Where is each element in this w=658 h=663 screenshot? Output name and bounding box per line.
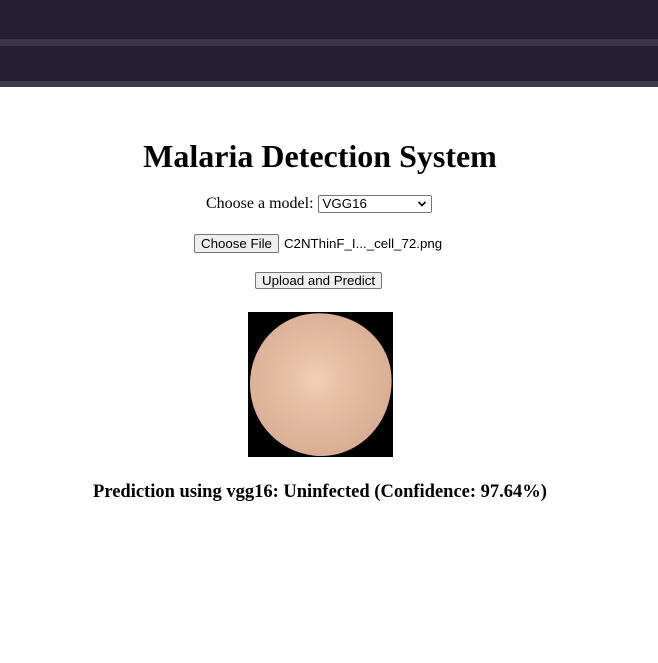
top-bar-divider	[0, 39, 658, 46]
prediction-result: Prediction using vgg16: Uninfected (Conf…	[93, 482, 547, 502]
upload-predict-button[interactable]: Upload and Predict	[255, 272, 383, 289]
model-select[interactable]: VGG16	[317, 195, 432, 213]
top-bar-bottom-edge	[0, 81, 658, 87]
page-title: Malaria Detection System	[143, 138, 497, 174]
file-input[interactable]: Choose File C2NThinF_I..._cell_72.png	[194, 233, 442, 253]
browser-top-bar	[0, 0, 658, 87]
cell-shape	[248, 312, 393, 457]
model-selector-row: Choose a model: VGG16	[206, 194, 432, 214]
selected-file-name: C2NThinF_I..._cell_72.png	[283, 235, 443, 251]
chevron-down-icon	[417, 201, 426, 207]
upload-row: Upload and Predict	[255, 272, 383, 290]
uploaded-cell-image	[248, 312, 393, 457]
choose-file-button[interactable]: Choose File	[194, 233, 279, 253]
model-label: Choose a model:	[206, 195, 314, 212]
model-select-value: VGG16	[322, 196, 367, 211]
